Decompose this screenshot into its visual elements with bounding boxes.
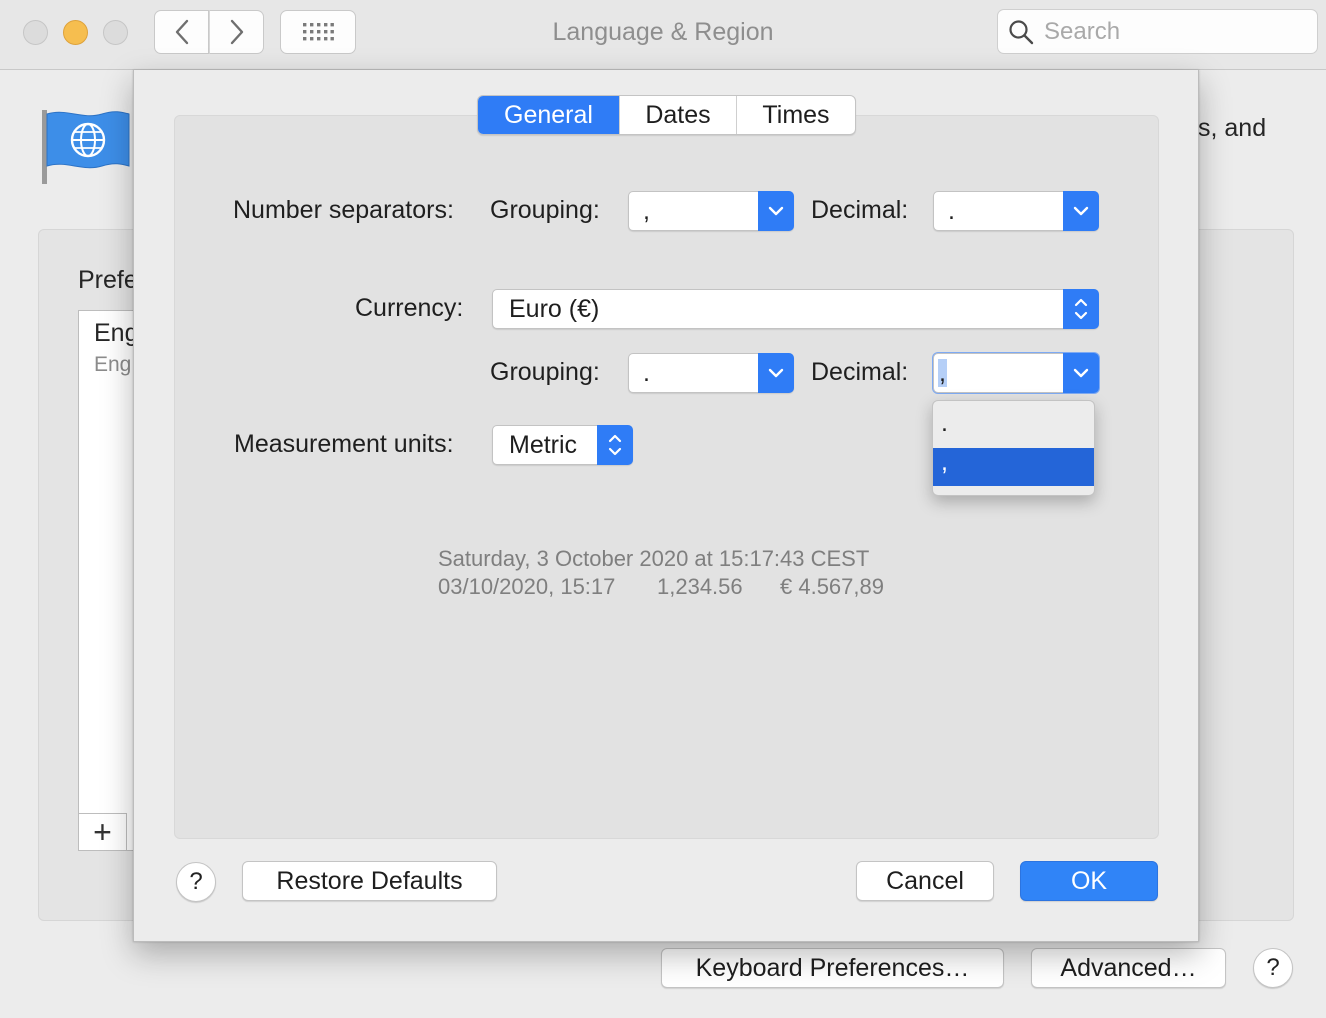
dropdown-option-comma[interactable]: , [933, 448, 1094, 486]
currency-grouping-popup[interactable]: . [628, 353, 794, 393]
number-grouping-popup[interactable]: , [628, 191, 794, 231]
list-item-secondary: Eng [94, 353, 132, 376]
dropdown-option-period[interactable]: . [933, 409, 1094, 447]
measurement-units-popup[interactable]: Metric [492, 425, 633, 465]
ok-button[interactable]: OK [1020, 861, 1158, 901]
sample-date-long: Saturday, 3 October 2020 at 15:17:43 CES… [438, 546, 870, 571]
advanced-button[interactable]: Advanced… [1031, 948, 1226, 988]
currency-value: Euro (€) [509, 295, 600, 323]
currency-decimal-popup[interactable]: , [933, 353, 1099, 393]
decimal-dropdown-menu: . , [932, 400, 1095, 496]
preferred-languages-label: Prefe [78, 266, 138, 294]
restore-defaults-button[interactable]: Restore Defaults [242, 861, 497, 901]
background-description: s, and [1198, 114, 1267, 142]
sample-number: 1,234.56 [657, 574, 743, 599]
cancel-button[interactable]: Cancel [856, 861, 994, 901]
tab-general[interactable]: General [478, 96, 620, 134]
currency-decimal-label: Decimal: [811, 358, 909, 386]
chevron-down-icon [1063, 191, 1099, 231]
add-language-button[interactable]: + [79, 813, 127, 851]
tab-dates[interactable]: Dates [620, 96, 737, 134]
search-input[interactable] [1044, 10, 1309, 53]
number-separators-label: Number separators: [233, 196, 454, 224]
flag-globe-icon [42, 110, 130, 184]
title-bar: Language & Region [0, 0, 1326, 70]
chevron-down-icon [1063, 353, 1099, 393]
list-item-primary[interactable]: Eng [94, 319, 138, 348]
currency-grouping-value: . [643, 359, 650, 387]
currency-decimal-value: , [938, 359, 947, 387]
currency-popup[interactable]: Euro (€) [492, 289, 1099, 329]
stepper-updown-icon [1063, 289, 1099, 329]
sheet-help-button[interactable]: ? [176, 862, 216, 902]
number-decimal-popup[interactable]: . [933, 191, 1099, 231]
sample-currency: € 4.567,89 [780, 574, 884, 599]
keyboard-preferences-button[interactable]: Keyboard Preferences… [661, 948, 1004, 988]
advanced-sheet: General Dates Times Number separators: G… [133, 70, 1199, 942]
background-help-button[interactable]: ? [1253, 948, 1293, 988]
currency-grouping-label: Grouping: [490, 358, 600, 386]
tab-bar: General Dates Times [477, 95, 856, 135]
measurement-units-label: Measurement units: [234, 430, 454, 458]
number-grouping-value: , [643, 197, 650, 225]
search-field[interactable] [997, 9, 1318, 54]
number-grouping-label: Grouping: [490, 196, 600, 224]
number-decimal-value: . [948, 197, 955, 225]
chevron-down-icon [758, 191, 794, 231]
tab-times[interactable]: Times [737, 96, 855, 134]
search-icon [1009, 20, 1034, 45]
currency-label: Currency: [355, 294, 464, 322]
sample-date-short: 03/10/2020, 15:17 [438, 574, 616, 599]
number-decimal-label: Decimal: [811, 196, 909, 224]
stepper-updown-icon [597, 425, 633, 465]
chevron-down-icon [758, 353, 794, 393]
measurement-units-value: Metric [509, 431, 578, 459]
